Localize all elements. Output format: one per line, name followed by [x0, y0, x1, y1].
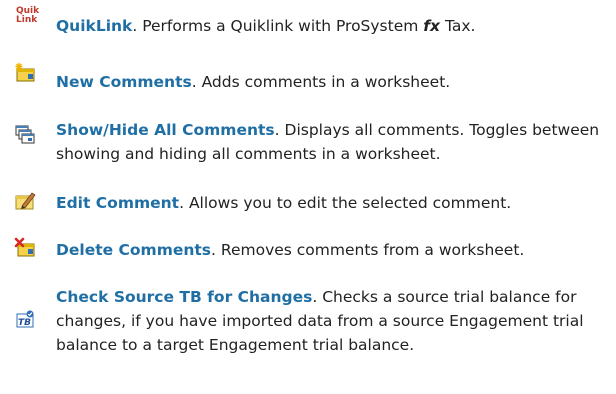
check-source-tb-icon: TB	[14, 308, 36, 330]
term-new-comments: New Comments	[56, 73, 192, 91]
term-check-source-tb: Check Source TB for Changes	[56, 288, 313, 306]
desc-new-comments: . Adds comments in a worksheet.	[191, 73, 451, 91]
desc-quiklink-1: . Performs a Quiklink with ProSystem	[132, 17, 424, 35]
list-item-delete-comments: Delete Comments. Removes comments from a…	[56, 238, 614, 262]
list-item-quiklink: QuikLink. Performs a Quiklink with ProSy…	[56, 14, 614, 38]
term-quiklink: QuikLink	[56, 17, 133, 35]
tb-icon-text: TB	[18, 318, 31, 328]
desc-quiklink-fx: fx	[423, 17, 441, 35]
new-comment-icon	[14, 62, 36, 84]
delete-comment-icon	[14, 237, 36, 259]
show-hide-comments-icon	[14, 124, 36, 146]
term-show-hide-comments: Show/Hide All Comments	[56, 121, 275, 139]
term-edit-comment: Edit Comment	[56, 194, 180, 212]
desc-quiklink-2: Tax.	[440, 17, 476, 35]
quiklink-icon: Quik Link	[14, 6, 39, 28]
list-item-show-hide-comments: Show/Hide All Comments. Displays all com…	[56, 118, 614, 166]
term-delete-comments: Delete Comments	[56, 241, 212, 259]
list-item-check-source-tb: Check Source TB for Changes. Checks a so…	[56, 285, 614, 357]
list-item-edit-comment: Edit Comment. Allows you to edit the sel…	[56, 191, 614, 215]
desc-delete-comments: . Removes comments from a worksheet.	[211, 241, 525, 259]
desc-edit-comment: . Allows you to edit the selected commen…	[179, 194, 512, 212]
list-item-new-comments: New Comments. Adds comments in a workshe…	[56, 70, 614, 94]
quiklink-icon-text-bottom: Link	[16, 15, 38, 25]
edit-comment-icon	[14, 190, 36, 212]
